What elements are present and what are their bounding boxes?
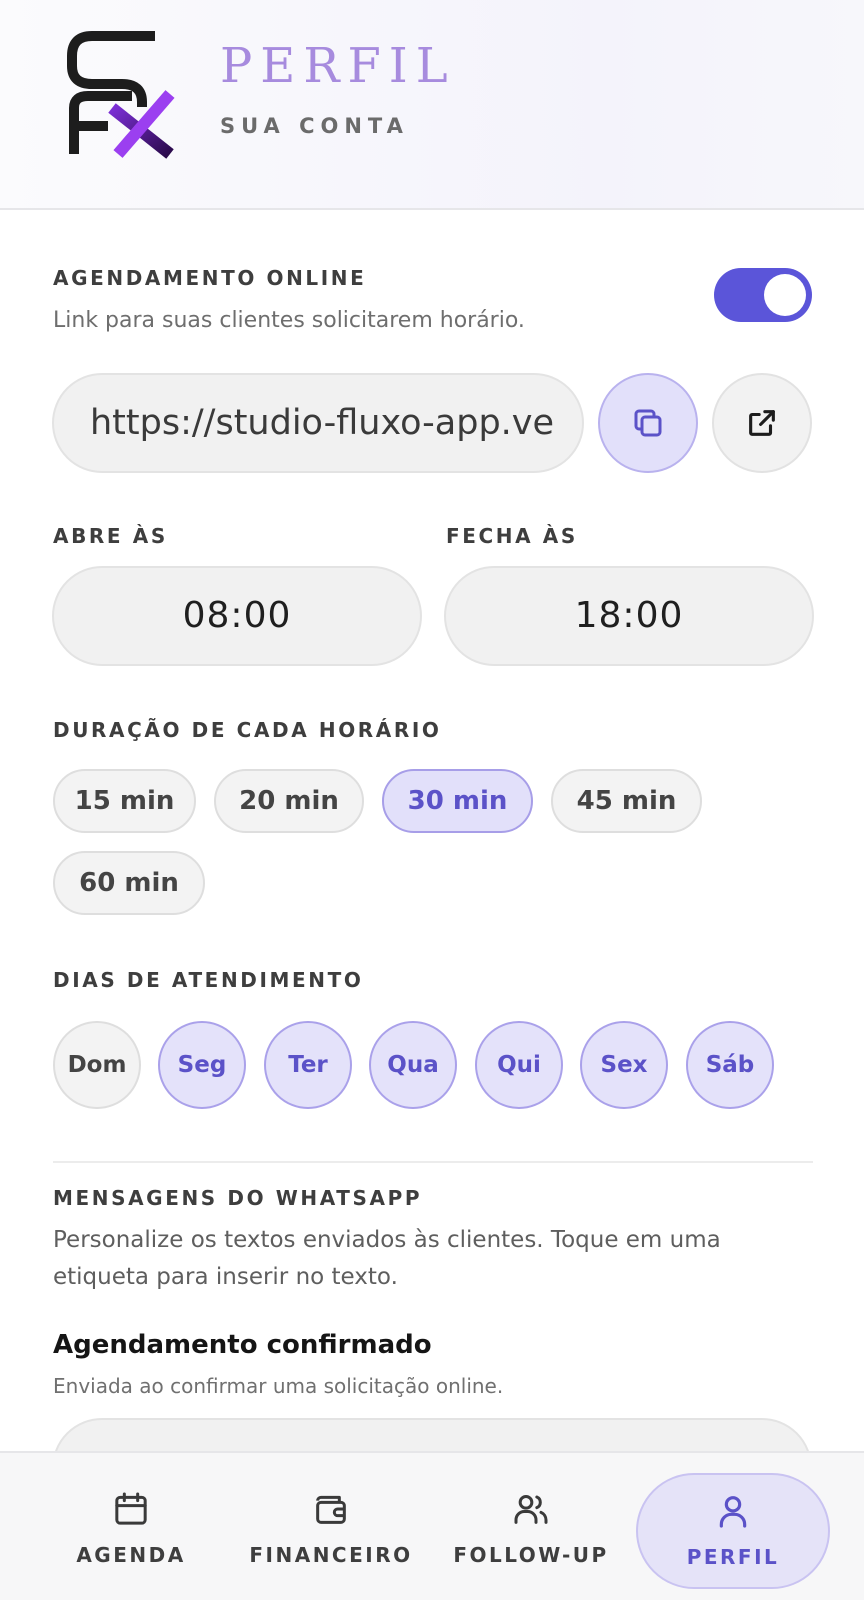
nav-perfil-label: PERFIL [686,1545,780,1569]
nav-financeiro[interactable]: FINANCEIRO [236,1473,426,1589]
online-booking-description: Link para suas clientes solicitarem horá… [53,308,525,333]
online-booking-label: AGENDAMENTO ONLINE [53,266,367,290]
duration-chip-45[interactable]: 45 min [551,769,702,833]
open-time-label: ABRE ÀS [53,524,168,548]
copy-icon [634,409,662,437]
duration-chip-30[interactable]: 30 min [382,769,533,833]
day-sunday[interactable]: Dom [53,1021,141,1109]
close-time-input[interactable]: 18:00 [444,566,814,666]
online-booking-toggle[interactable] [714,268,812,322]
duration-chip-15[interactable]: 15 min [53,769,196,833]
calendar-icon [115,1492,147,1525]
open-link-button[interactable] [712,373,812,473]
nav-agenda[interactable]: AGENDA [36,1473,226,1589]
nav-perfil[interactable]: PERFIL [636,1473,830,1589]
message-card-subtitle: Enviada ao confirmar uma solicitação onl… [53,1374,504,1398]
day-tuesday[interactable]: Ter [264,1021,352,1109]
day-saturday[interactable]: Sáb [686,1021,774,1109]
external-link-icon [749,410,775,436]
open-time-input[interactable]: 08:00 [52,566,422,666]
duration-chip-20[interactable]: 20 min [214,769,364,833]
section-divider [53,1161,813,1163]
day-thursday[interactable]: Qui [475,1021,563,1109]
day-monday[interactable]: Seg [158,1021,246,1109]
day-friday[interactable]: Sex [580,1021,668,1109]
user-icon [719,1496,747,1528]
nav-follow-up[interactable]: FOLLOW-UP [436,1473,626,1589]
wallet-icon [316,1495,346,1524]
close-time-label: FECHA ÀS [446,524,578,548]
whatsapp-description-line1: Personalize os textos enviados às client… [53,1227,721,1253]
copy-link-button[interactable] [598,373,698,473]
whatsapp-label: MENSAGENS DO WHATSAPP [53,1186,423,1210]
service-days-label: DIAS DE ATENDIMENTO [53,968,364,992]
duration-label: DURAÇÃO DE CADA HORÁRIO [53,718,442,742]
users-icon [514,1495,548,1524]
whatsapp-description-line2: etiqueta para inserir no texto. [53,1264,398,1290]
nav-follow-up-label: FOLLOW-UP [453,1543,609,1567]
booking-url-field[interactable]: https://studio-fluxo-app.ve [52,373,584,473]
page-header: PERFIL SUA CONTA [0,0,864,210]
duration-chip-60[interactable]: 60 min [53,851,205,915]
toggle-knob [764,274,806,316]
page-title: PERFIL [220,38,456,94]
day-wednesday[interactable]: Qua [369,1021,457,1109]
app-logo [67,31,175,159]
bottom-nav: AGENDA FINANCEIRO FOLLOW-UP PERFIL [0,1451,864,1600]
page-subtitle: SUA CONTA [220,114,409,138]
message-card-title: Agendamento confirmado [53,1330,432,1360]
nav-agenda-label: AGENDA [76,1543,186,1567]
nav-financeiro-label: FINANCEIRO [249,1543,413,1567]
